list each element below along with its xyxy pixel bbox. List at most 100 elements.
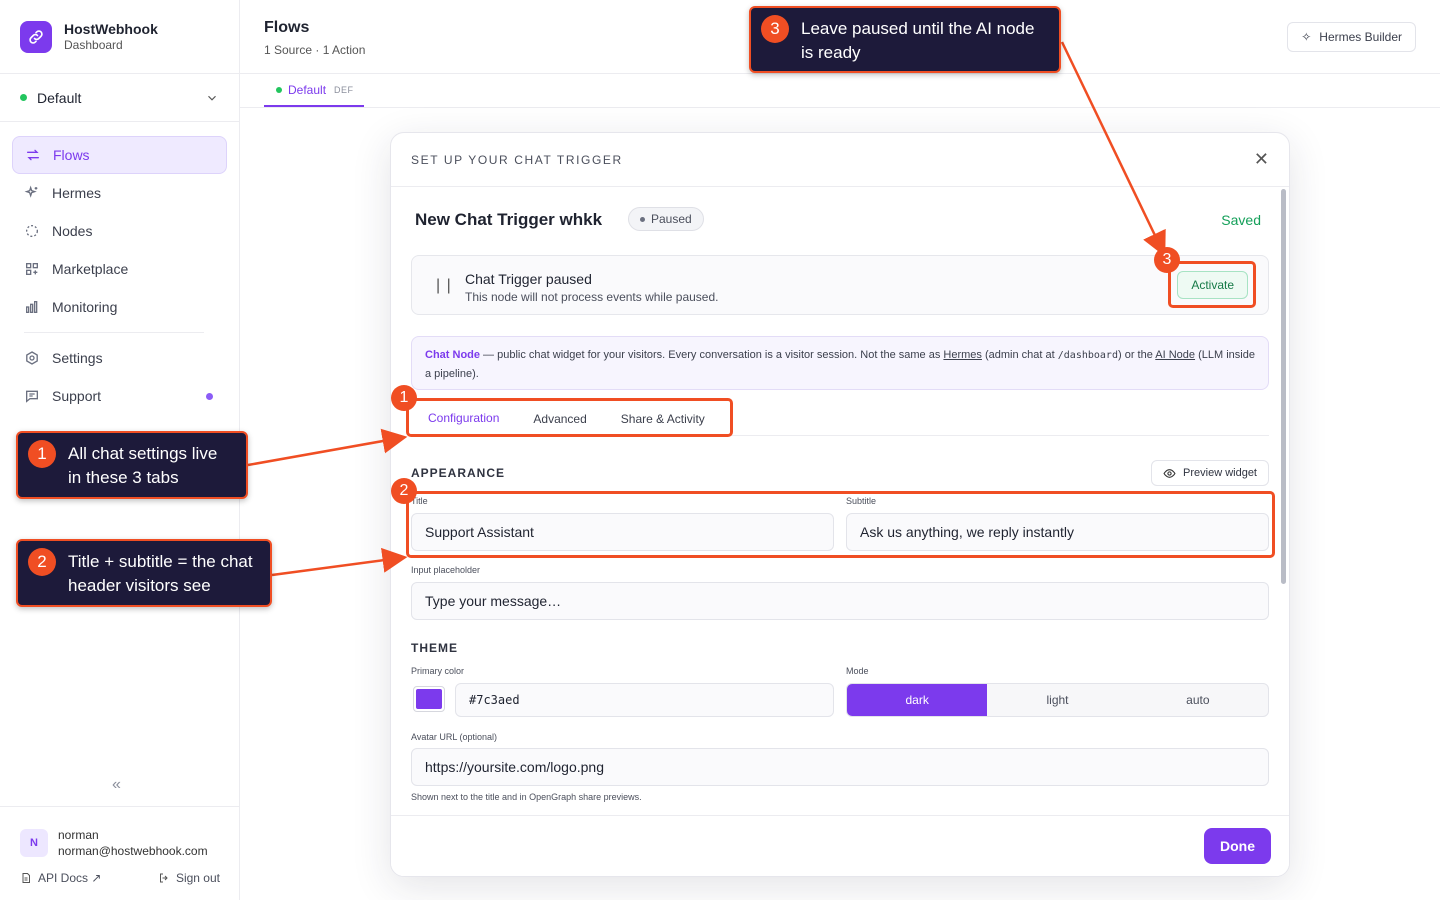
sidebar-item-label: Nodes bbox=[52, 223, 93, 239]
modal-heading: SET UP YOUR CHAT TRIGGER bbox=[411, 152, 623, 167]
sidebar-item-label: Monitoring bbox=[52, 299, 118, 315]
workspace-name: Default bbox=[37, 89, 82, 106]
user-name: norman bbox=[58, 828, 99, 842]
color-swatch[interactable] bbox=[413, 686, 445, 712]
sidebar-item-monitoring[interactable]: Monitoring bbox=[12, 288, 227, 326]
preview-widget-button[interactable]: Preview widget bbox=[1151, 460, 1269, 486]
marker-3: 3 bbox=[1154, 247, 1180, 273]
gear-icon bbox=[26, 351, 38, 365]
sign-out-button[interactable]: Sign out bbox=[158, 871, 220, 885]
marker-2: 2 bbox=[391, 478, 417, 504]
sidebar-item-hermes[interactable]: Hermes bbox=[12, 174, 227, 212]
tabs-highlight bbox=[406, 398, 733, 437]
theme-heading: THEME bbox=[411, 641, 458, 655]
appearance-heading: APPEARANCE bbox=[411, 466, 506, 480]
sidebar-item-label: Settings bbox=[52, 350, 103, 366]
eye-icon bbox=[1163, 468, 1176, 478]
link-icon bbox=[20, 20, 52, 53]
avatar-url-label: Avatar URL (optional) bbox=[411, 732, 498, 742]
node-title: New Chat Trigger whkk bbox=[415, 210, 603, 229]
sidebar-item-label: Hermes bbox=[52, 185, 102, 201]
sidebar-item-nodes[interactable]: Nodes bbox=[12, 212, 227, 250]
page-title: Flows bbox=[264, 19, 310, 36]
callout-number: 1 bbox=[28, 440, 56, 468]
sidebar-item-label: Flows bbox=[53, 147, 90, 163]
api-docs-link[interactable]: API Docs ↗ bbox=[20, 871, 101, 885]
hermes-builder-button[interactable]: ✧ Hermes Builder bbox=[1287, 22, 1416, 52]
callout-text: All chat settings live in these 3 tabs bbox=[68, 444, 218, 487]
nodes-icon bbox=[26, 225, 38, 237]
status-badge-label: Paused bbox=[651, 212, 692, 226]
brand[interactable]: HostWebhook Dashboard bbox=[0, 0, 239, 74]
hermes-link[interactable]: Hermes bbox=[943, 349, 982, 361]
collapse-sidebar-icon[interactable]: « bbox=[112, 776, 121, 794]
marker-1: 1 bbox=[391, 385, 417, 411]
callout-1: 1 All chat settings live in these 3 tabs bbox=[16, 431, 248, 499]
paused-banner-title: Chat Trigger paused bbox=[465, 271, 592, 287]
nav-divider bbox=[24, 332, 204, 333]
sidebar-item-flows[interactable]: Flows bbox=[12, 136, 227, 174]
sidebar-item-label: Marketplace bbox=[52, 261, 129, 277]
notification-dot bbox=[206, 392, 213, 400]
workspace-selector[interactable]: Default bbox=[0, 74, 239, 122]
chat-icon bbox=[26, 390, 38, 403]
tab-default-flow[interactable]: Default DEF bbox=[264, 74, 364, 107]
flow-tab-bar: Default DEF bbox=[240, 74, 1440, 108]
user-email: norman@hostwebhook.com bbox=[58, 844, 208, 858]
sidebar-item-support[interactable]: Support bbox=[12, 377, 227, 415]
chat-node-info: Chat Node — public chat widget for your … bbox=[411, 336, 1269, 390]
sign-out-icon bbox=[159, 873, 168, 883]
sidebar-nav: Flows Hermes Nodes Marketplace Monitorin… bbox=[0, 122, 239, 429]
arrows-swap-icon bbox=[27, 149, 39, 161]
paused-banner: | | Chat Trigger paused This node will n… bbox=[411, 255, 1269, 315]
modal-footer: Done bbox=[391, 815, 1289, 876]
callout-2: 2 Title + subtitle = the chat header vis… bbox=[16, 539, 272, 607]
sparkles-icon bbox=[24, 185, 38, 198]
placeholder-input[interactable]: Type your message… bbox=[411, 582, 1269, 620]
mode-dark[interactable]: dark bbox=[847, 684, 988, 716]
paused-banner-description: This node will not process events while … bbox=[465, 290, 719, 304]
sign-out-label: Sign out bbox=[175, 871, 220, 885]
sidebar-item-settings[interactable]: Settings bbox=[12, 339, 227, 377]
dashboard-path: /dashboard bbox=[1057, 350, 1118, 361]
ai-node-link[interactable]: AI Node bbox=[1155, 349, 1195, 361]
info-text: (admin chat at bbox=[981, 349, 1058, 361]
brand-subtitle: Dashboard bbox=[64, 38, 123, 52]
grid-icon bbox=[25, 263, 38, 275]
title-subtitle-highlight bbox=[406, 491, 1275, 558]
activate-highlight bbox=[1168, 261, 1256, 308]
status-badge: Paused bbox=[628, 207, 704, 231]
callout-text: Leave paused until the AI node is ready bbox=[801, 19, 1035, 62]
info-text: — public chat widget for your visitors. … bbox=[480, 349, 944, 361]
mode-light[interactable]: light bbox=[987, 684, 1127, 716]
saved-indicator: Saved bbox=[1221, 212, 1261, 228]
brand-name: HostWebhook bbox=[64, 21, 158, 37]
close-icon[interactable]: ✕ bbox=[1254, 149, 1269, 170]
api-docs-label: API Docs ↗ bbox=[38, 871, 102, 885]
chevron-down-icon bbox=[208, 95, 216, 101]
sparkle-icon: ✧ bbox=[1301, 30, 1312, 44]
avatar-url-hint: Shown next to the title and in OpenGraph… bbox=[411, 792, 642, 802]
scrollbar[interactable] bbox=[1281, 189, 1286, 584]
flow-tab-label: Default bbox=[288, 82, 327, 97]
callout-3: 3 Leave paused until the AI node is read… bbox=[749, 6, 1061, 73]
avatar-url-input[interactable]: https://yoursite.com/logo.png bbox=[411, 748, 1269, 786]
status-dot bbox=[640, 216, 645, 222]
document-icon bbox=[22, 873, 30, 883]
page-subtitle: 1 Source · 1 Action bbox=[264, 43, 366, 57]
avatar[interactable]: N bbox=[20, 829, 48, 857]
hermes-builder-label: Hermes Builder bbox=[1319, 30, 1402, 44]
flow-tab-badge: DEF bbox=[334, 84, 354, 95]
primary-color-input[interactable]: #7c3aed bbox=[455, 683, 834, 717]
bar-chart-icon bbox=[26, 301, 38, 313]
mode-label: Mode bbox=[846, 666, 869, 676]
mode-auto[interactable]: auto bbox=[1128, 684, 1268, 716]
status-dot bbox=[276, 86, 282, 93]
status-dot bbox=[20, 94, 27, 101]
callout-number: 3 bbox=[761, 15, 789, 43]
primary-color-label: Primary color bbox=[411, 666, 465, 676]
mode-toggle: dark light auto bbox=[846, 683, 1269, 717]
sidebar-item-marketplace[interactable]: Marketplace bbox=[12, 250, 227, 288]
placeholder-label: Input placeholder bbox=[411, 565, 481, 575]
done-button[interactable]: Done bbox=[1204, 828, 1271, 864]
